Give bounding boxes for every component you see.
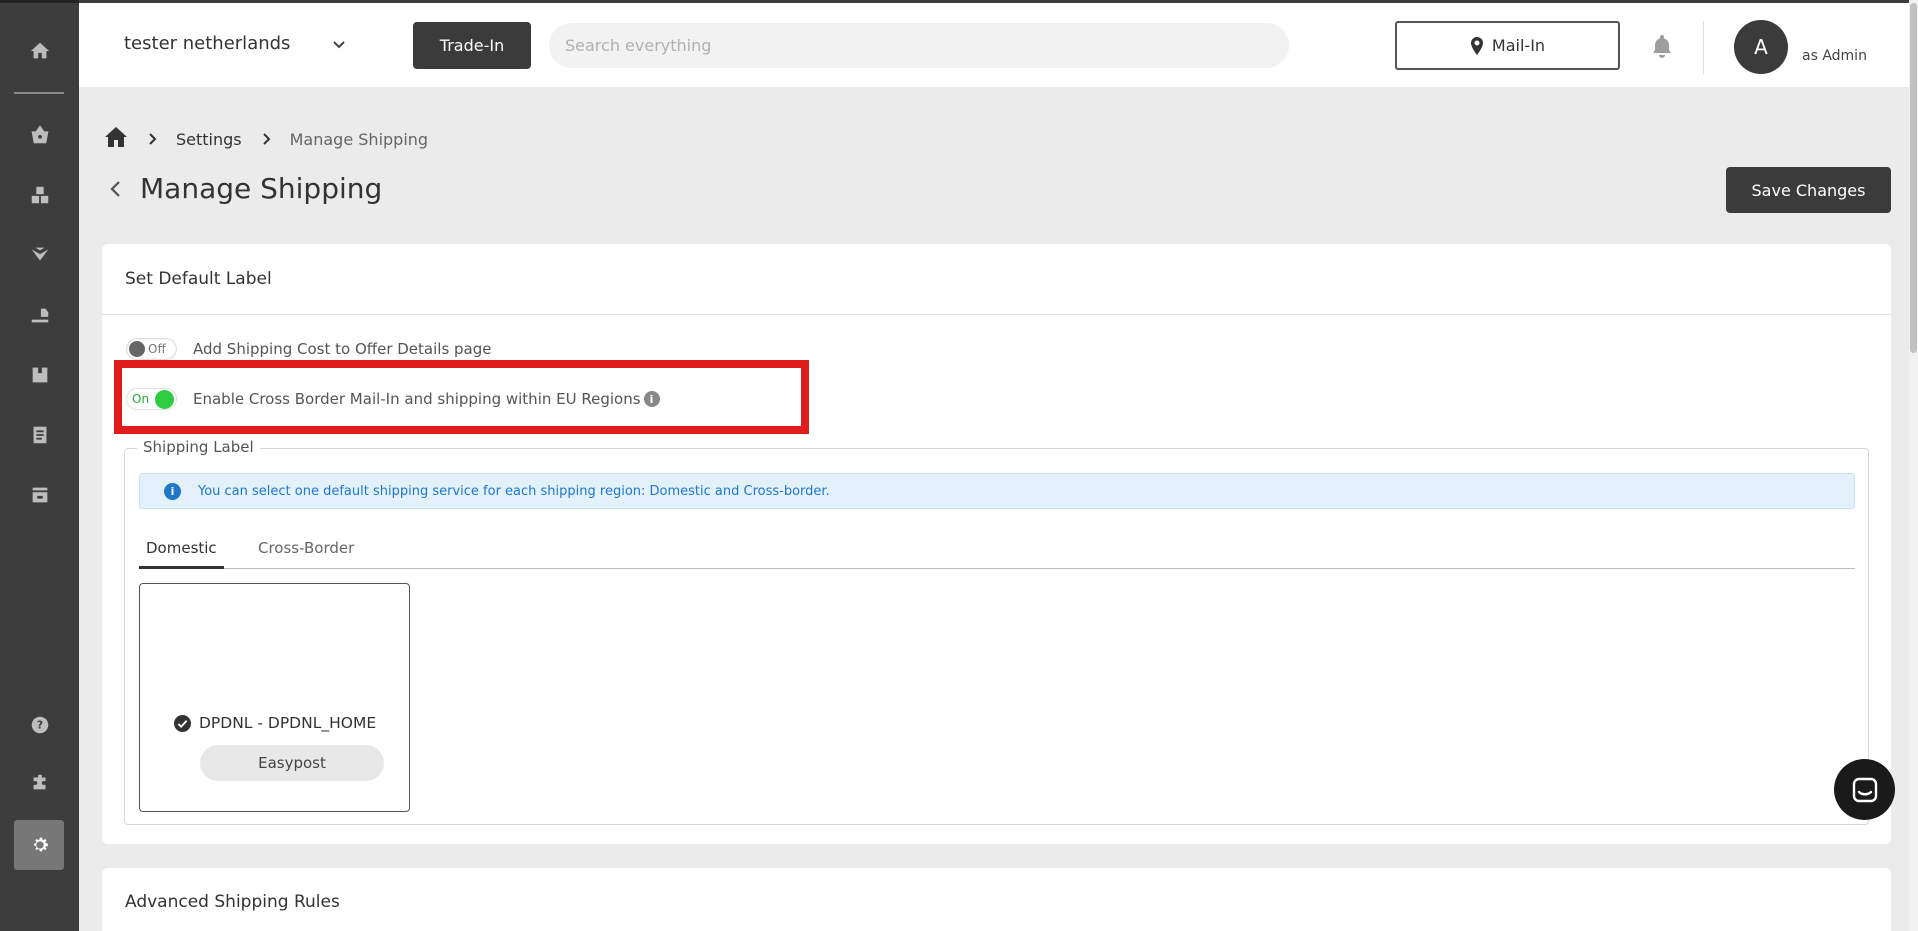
help-icon: ? xyxy=(31,716,48,734)
trade-in-button[interactable]: Trade-In xyxy=(413,22,531,69)
notifications-button[interactable] xyxy=(1650,33,1674,59)
user-role[interactable]: as Admin xyxy=(1802,48,1867,64)
location-pin-icon xyxy=(1470,36,1483,55)
header-divider xyxy=(1703,21,1704,74)
scrollbar[interactable] xyxy=(1909,0,1918,931)
chevron-right-icon xyxy=(149,133,157,145)
sidebar: ? xyxy=(0,0,79,931)
sidebar-item-help[interactable]: ? xyxy=(0,700,79,750)
shipping-cost-toggle[interactable]: Off xyxy=(126,338,177,360)
shipping-cost-label: Add Shipping Cost to Offer Details page xyxy=(193,340,492,358)
chat-launcher[interactable] xyxy=(1834,759,1895,820)
breadcrumb-settings[interactable]: Settings xyxy=(176,130,242,149)
toggle-state-label: Off xyxy=(148,342,166,356)
sidebar-item-basket[interactable] xyxy=(0,110,79,160)
sidebar-item-orders[interactable] xyxy=(0,230,79,280)
chevron-down-icon[interactable] xyxy=(331,36,347,52)
shipping-label-legend: Shipping Label xyxy=(137,438,260,456)
reports-icon xyxy=(33,426,46,444)
service-name-text: DPDNL - DPDNL_HOME xyxy=(199,714,377,732)
chevron-right-icon xyxy=(262,133,271,145)
card-title: Set Default Label xyxy=(125,269,272,289)
back-chevron-icon[interactable] xyxy=(109,180,123,198)
toggle-knob xyxy=(129,341,145,357)
save-changes-button[interactable]: Save Changes xyxy=(1726,167,1891,213)
region-tabs: Domestic Cross-Border xyxy=(139,531,1855,569)
box-icon xyxy=(32,367,47,383)
svg-text:?: ? xyxy=(36,719,42,732)
shipping-cost-setting: Off Add Shipping Cost to Offer Details p… xyxy=(126,338,492,360)
sidebar-item-reports[interactable] xyxy=(0,410,79,460)
sidebar-item-plugins[interactable] xyxy=(0,758,79,808)
sidebar-item-inventory[interactable] xyxy=(0,170,79,220)
info-circle-icon: i xyxy=(164,482,181,500)
scrollbar-thumb[interactable] xyxy=(1910,3,1917,353)
tab-domestic[interactable]: Domestic xyxy=(139,531,224,569)
basket-icon xyxy=(31,125,48,144)
home-icon xyxy=(30,42,49,59)
page-title: Manage Shipping xyxy=(140,172,383,205)
store-selector[interactable]: tester netherlands xyxy=(124,33,290,54)
chat-icon xyxy=(1852,777,1877,802)
sidebar-divider xyxy=(14,92,64,94)
mail-in-label: Mail-In xyxy=(1491,36,1546,55)
settings-icon xyxy=(33,837,48,852)
shipping-service-card[interactable]: DPDNL - DPDNL_HOME Easypost xyxy=(139,583,410,812)
home-icon xyxy=(105,127,127,147)
breadcrumb: Settings Manage Shipping xyxy=(104,126,428,152)
info-notice: i You can select one default shipping se… xyxy=(139,473,1855,509)
mail-in-button[interactable]: Mail-In xyxy=(1395,21,1620,70)
card-divider xyxy=(102,314,1891,315)
check-circle-icon xyxy=(174,714,191,732)
search-input[interactable] xyxy=(549,23,1289,68)
sidebar-item-store[interactable] xyxy=(0,470,79,520)
default-label-card: Set Default Label Off Add Shipping Cost … xyxy=(102,244,1891,844)
shipping-label-group: Shipping Label i You can select one defa… xyxy=(124,438,1869,825)
plugin-icon xyxy=(33,774,45,790)
store-icon xyxy=(32,487,47,503)
bell-icon xyxy=(1653,35,1671,58)
inventory-icon xyxy=(31,186,48,204)
avatar[interactable]: A xyxy=(1734,20,1788,74)
card-title: Advanced Shipping Rules xyxy=(125,892,340,912)
tab-cross-border[interactable]: Cross-Border xyxy=(251,531,361,569)
service-name: DPDNL - DPDNL_HOME xyxy=(174,714,376,732)
breadcrumb-current: Manage Shipping xyxy=(289,129,429,149)
highlight-box xyxy=(114,360,809,434)
provider-badge: Easypost xyxy=(200,745,384,781)
orders-icon xyxy=(31,247,48,261)
top-header: tester netherlands Trade-In Mail-In A as… xyxy=(79,0,1918,87)
sidebar-item-home[interactable] xyxy=(0,26,79,76)
sidebar-item-box[interactable] xyxy=(0,350,79,400)
breadcrumb-home[interactable] xyxy=(104,126,128,152)
sidebar-top-border xyxy=(0,0,79,3)
sidebar-item-shipping[interactable] xyxy=(0,290,79,340)
shipping-icon xyxy=(31,308,48,323)
notice-text: You can select one default shipping serv… xyxy=(198,483,830,499)
sidebar-item-settings[interactable] xyxy=(0,820,79,870)
advanced-shipping-rules-card: Advanced Shipping Rules xyxy=(102,868,1891,931)
